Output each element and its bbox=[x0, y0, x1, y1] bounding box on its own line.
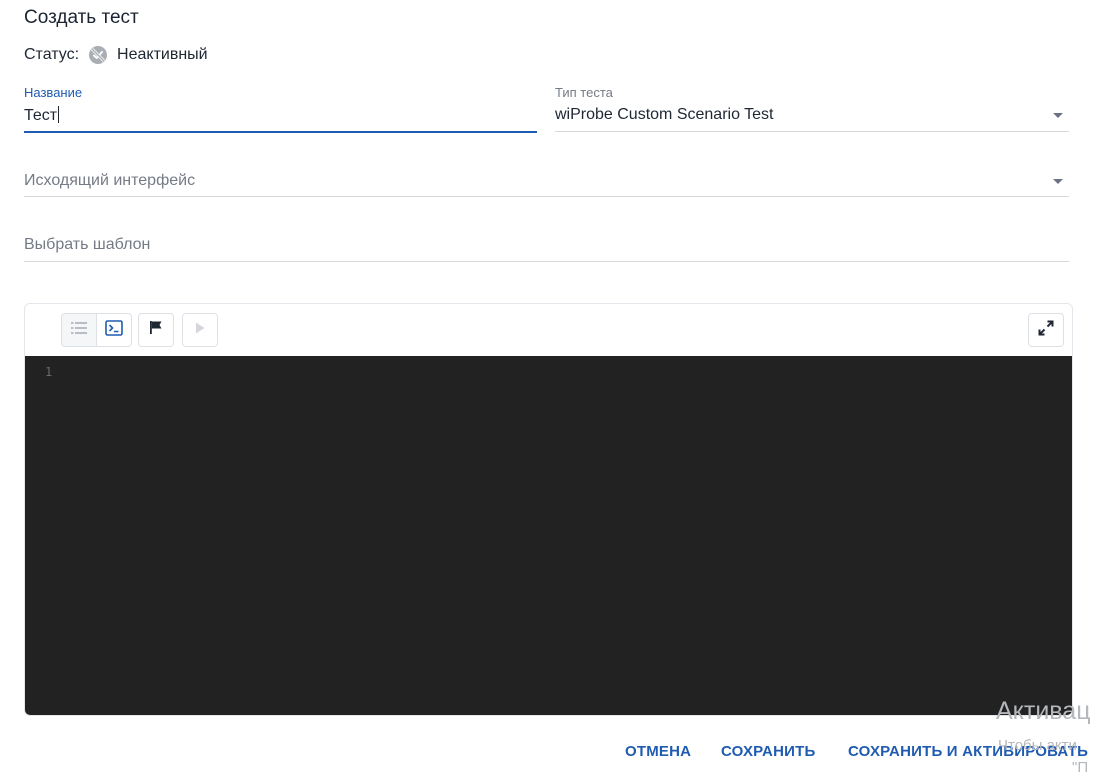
template-underline bbox=[24, 261, 1069, 262]
line-number: 1 bbox=[45, 365, 53, 379]
fullscreen-button[interactable] bbox=[1028, 313, 1064, 347]
template-placeholder: Выбрать шаблон bbox=[24, 236, 151, 253]
run-button[interactable] bbox=[182, 313, 218, 347]
editor-toolbar bbox=[25, 304, 1072, 356]
flag-button[interactable] bbox=[138, 313, 174, 347]
status-label: Статус: bbox=[24, 46, 80, 63]
name-input[interactable]: Тест bbox=[24, 106, 60, 125]
chevron-down-icon bbox=[1053, 179, 1063, 184]
page-title: Создать тест bbox=[24, 7, 139, 28]
code-editor: 1 bbox=[24, 303, 1073, 716]
name-field-label: Название bbox=[24, 85, 83, 100]
activation-watermark-text-2: "П bbox=[1072, 759, 1089, 776]
terminal-icon bbox=[105, 319, 123, 341]
list-view-button[interactable] bbox=[61, 313, 97, 347]
cancel-button[interactable]: ОТМЕНА bbox=[625, 743, 691, 760]
save-button[interactable]: СОХРАНИТЬ bbox=[721, 743, 815, 760]
flag-icon bbox=[149, 320, 163, 340]
template-select[interactable]: Выбрать шаблон bbox=[24, 229, 1069, 263]
name-field[interactable]: Название Тест bbox=[24, 84, 537, 134]
name-field-underline bbox=[24, 131, 537, 133]
outgoing-interface-placeholder: Исходящий интерфейс bbox=[24, 172, 196, 189]
terminal-view-button[interactable] bbox=[97, 313, 132, 347]
name-input-value: Тест bbox=[24, 107, 58, 124]
outgoing-interface-select[interactable]: Исходящий интерфейс bbox=[24, 165, 1069, 199]
status-inactive-icon bbox=[88, 45, 108, 65]
test-type-select[interactable]: Тип теста wiProbe Custom Scenario Test bbox=[555, 84, 1069, 134]
outgoing-interface-underline bbox=[24, 196, 1069, 197]
status-value: Неактивный bbox=[117, 46, 208, 63]
chevron-down-icon bbox=[1053, 113, 1063, 118]
play-icon bbox=[194, 321, 206, 340]
list-icon bbox=[71, 321, 87, 340]
test-type-label: Тип теста bbox=[555, 85, 613, 100]
fullscreen-icon bbox=[1037, 319, 1055, 342]
text-caret bbox=[58, 106, 60, 123]
code-input-area[interactable]: 1 bbox=[25, 356, 1072, 715]
test-type-value: wiProbe Custom Scenario Test bbox=[555, 106, 774, 123]
status-row: Статус: Неактивный bbox=[24, 45, 208, 65]
save-and-activate-button[interactable]: СОХРАНИТЬ И АКТИВИРОВАТЬ bbox=[848, 743, 1088, 760]
test-type-underline bbox=[555, 131, 1069, 132]
